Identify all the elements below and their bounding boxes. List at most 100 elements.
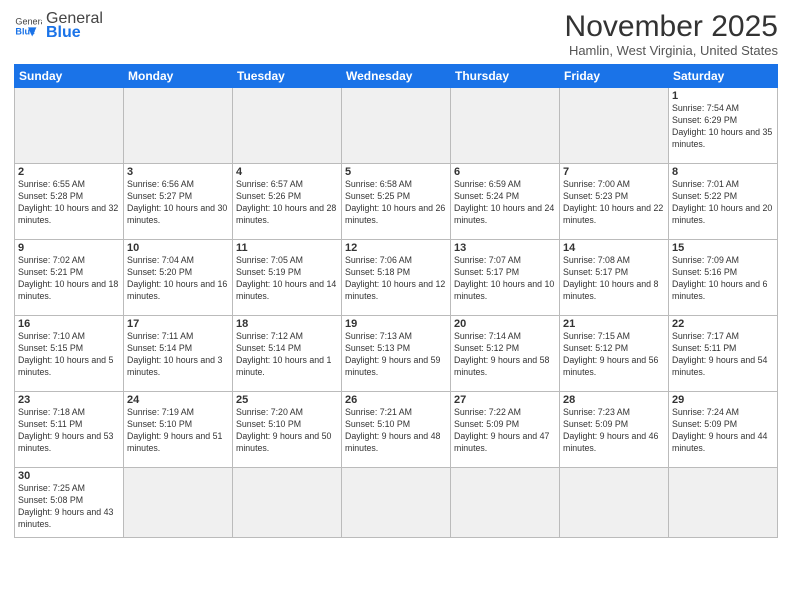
day-cell: 17Sunrise: 7:11 AM Sunset: 5:14 PM Dayli… — [124, 316, 233, 392]
day-cell: 23Sunrise: 7:18 AM Sunset: 5:11 PM Dayli… — [15, 392, 124, 468]
day-cell: 3Sunrise: 6:56 AM Sunset: 5:27 PM Daylig… — [124, 164, 233, 240]
day-info: Sunrise: 7:22 AM Sunset: 5:09 PM Dayligh… — [454, 407, 556, 455]
day-number: 16 — [18, 318, 120, 330]
calendar-header: SundayMondayTuesdayWednesdayThursdayFrid… — [15, 65, 778, 88]
calendar-table: SundayMondayTuesdayWednesdayThursdayFrid… — [14, 64, 778, 538]
day-header-thursday: Thursday — [451, 65, 560, 88]
day-header-wednesday: Wednesday — [342, 65, 451, 88]
day-number: 21 — [563, 318, 665, 330]
day-number: 3 — [127, 166, 229, 178]
day-number: 11 — [236, 242, 338, 254]
day-number: 19 — [345, 318, 447, 330]
day-number: 14 — [563, 242, 665, 254]
day-info: Sunrise: 7:02 AM Sunset: 5:21 PM Dayligh… — [18, 255, 120, 303]
day-number: 20 — [454, 318, 556, 330]
day-cell: 10Sunrise: 7:04 AM Sunset: 5:20 PM Dayli… — [124, 240, 233, 316]
week-row-2: 2Sunrise: 6:55 AM Sunset: 5:28 PM Daylig… — [15, 164, 778, 240]
day-number: 22 — [672, 318, 774, 330]
day-number: 23 — [18, 394, 120, 406]
day-number: 15 — [672, 242, 774, 254]
day-number: 27 — [454, 394, 556, 406]
day-cell: 29Sunrise: 7:24 AM Sunset: 5:09 PM Dayli… — [669, 392, 778, 468]
day-info: Sunrise: 7:06 AM Sunset: 5:18 PM Dayligh… — [345, 255, 447, 303]
day-cell: 12Sunrise: 7:06 AM Sunset: 5:18 PM Dayli… — [342, 240, 451, 316]
day-cell: 22Sunrise: 7:17 AM Sunset: 5:11 PM Dayli… — [669, 316, 778, 392]
calendar-body: 1Sunrise: 7:54 AM Sunset: 6:29 PM Daylig… — [15, 88, 778, 538]
day-cell: 7Sunrise: 7:00 AM Sunset: 5:23 PM Daylig… — [560, 164, 669, 240]
day-header-sunday: Sunday — [15, 65, 124, 88]
day-number: 18 — [236, 318, 338, 330]
generalblue-logo-icon: General Blue — [14, 12, 42, 40]
day-cell: 16Sunrise: 7:10 AM Sunset: 5:15 PM Dayli… — [15, 316, 124, 392]
day-info: Sunrise: 7:10 AM Sunset: 5:15 PM Dayligh… — [18, 331, 120, 379]
day-number: 5 — [345, 166, 447, 178]
svg-text:General: General — [15, 17, 42, 27]
day-number: 29 — [672, 394, 774, 406]
day-cell: 4Sunrise: 6:57 AM Sunset: 5:26 PM Daylig… — [233, 164, 342, 240]
day-number: 12 — [345, 242, 447, 254]
day-info: Sunrise: 7:05 AM Sunset: 5:19 PM Dayligh… — [236, 255, 338, 303]
day-cell: 18Sunrise: 7:12 AM Sunset: 5:14 PM Dayli… — [233, 316, 342, 392]
day-cell: 9Sunrise: 7:02 AM Sunset: 5:21 PM Daylig… — [15, 240, 124, 316]
day-info: Sunrise: 7:04 AM Sunset: 5:20 PM Dayligh… — [127, 255, 229, 303]
day-cell: 30Sunrise: 7:25 AM Sunset: 5:08 PM Dayli… — [15, 468, 124, 538]
day-cell — [560, 468, 669, 538]
day-number: 24 — [127, 394, 229, 406]
day-number: 4 — [236, 166, 338, 178]
day-cell: 5Sunrise: 6:58 AM Sunset: 5:25 PM Daylig… — [342, 164, 451, 240]
title-block: November 2025 Hamlin, West Virginia, Uni… — [565, 10, 778, 58]
day-number: 17 — [127, 318, 229, 330]
day-header-monday: Monday — [124, 65, 233, 88]
day-info: Sunrise: 7:12 AM Sunset: 5:14 PM Dayligh… — [236, 331, 338, 379]
day-cell — [233, 468, 342, 538]
day-cell — [451, 468, 560, 538]
week-row-1: 1Sunrise: 7:54 AM Sunset: 6:29 PM Daylig… — [15, 88, 778, 164]
day-number: 9 — [18, 242, 120, 254]
svg-text:Blue: Blue — [15, 26, 35, 36]
day-cell — [342, 468, 451, 538]
week-row-4: 16Sunrise: 7:10 AM Sunset: 5:15 PM Dayli… — [15, 316, 778, 392]
day-info: Sunrise: 7:20 AM Sunset: 5:10 PM Dayligh… — [236, 407, 338, 455]
day-info: Sunrise: 7:21 AM Sunset: 5:10 PM Dayligh… — [345, 407, 447, 455]
day-info: Sunrise: 6:58 AM Sunset: 5:25 PM Dayligh… — [345, 179, 447, 227]
logo: General Blue General Blue — [14, 10, 103, 42]
day-info: Sunrise: 6:57 AM Sunset: 5:26 PM Dayligh… — [236, 179, 338, 227]
day-header-tuesday: Tuesday — [233, 65, 342, 88]
day-cell: 21Sunrise: 7:15 AM Sunset: 5:12 PM Dayli… — [560, 316, 669, 392]
day-cell: 1Sunrise: 7:54 AM Sunset: 6:29 PM Daylig… — [669, 88, 778, 164]
day-cell — [342, 88, 451, 164]
day-cell — [669, 468, 778, 538]
week-row-3: 9Sunrise: 7:02 AM Sunset: 5:21 PM Daylig… — [15, 240, 778, 316]
day-number: 7 — [563, 166, 665, 178]
day-cell: 27Sunrise: 7:22 AM Sunset: 5:09 PM Dayli… — [451, 392, 560, 468]
month-title: November 2025 — [565, 10, 778, 43]
day-info: Sunrise: 7:25 AM Sunset: 5:08 PM Dayligh… — [18, 483, 120, 531]
day-number: 10 — [127, 242, 229, 254]
day-number: 28 — [563, 394, 665, 406]
day-cell: 25Sunrise: 7:20 AM Sunset: 5:10 PM Dayli… — [233, 392, 342, 468]
day-info: Sunrise: 7:00 AM Sunset: 5:23 PM Dayligh… — [563, 179, 665, 227]
day-info: Sunrise: 7:18 AM Sunset: 5:11 PM Dayligh… — [18, 407, 120, 455]
day-number: 1 — [672, 90, 774, 102]
day-info: Sunrise: 7:17 AM Sunset: 5:11 PM Dayligh… — [672, 331, 774, 379]
day-number: 6 — [454, 166, 556, 178]
day-header-saturday: Saturday — [669, 65, 778, 88]
day-cell — [15, 88, 124, 164]
day-number: 25 — [236, 394, 338, 406]
day-info: Sunrise: 6:55 AM Sunset: 5:28 PM Dayligh… — [18, 179, 120, 227]
day-cell — [560, 88, 669, 164]
day-cell: 11Sunrise: 7:05 AM Sunset: 5:19 PM Dayli… — [233, 240, 342, 316]
day-info: Sunrise: 7:15 AM Sunset: 5:12 PM Dayligh… — [563, 331, 665, 379]
day-cell: 6Sunrise: 6:59 AM Sunset: 5:24 PM Daylig… — [451, 164, 560, 240]
day-cell: 2Sunrise: 6:55 AM Sunset: 5:28 PM Daylig… — [15, 164, 124, 240]
day-cell — [124, 88, 233, 164]
day-cell: 24Sunrise: 7:19 AM Sunset: 5:10 PM Dayli… — [124, 392, 233, 468]
day-cell: 14Sunrise: 7:08 AM Sunset: 5:17 PM Dayli… — [560, 240, 669, 316]
day-info: Sunrise: 7:08 AM Sunset: 5:17 PM Dayligh… — [563, 255, 665, 303]
day-info: Sunrise: 7:11 AM Sunset: 5:14 PM Dayligh… — [127, 331, 229, 379]
day-cell: 28Sunrise: 7:23 AM Sunset: 5:09 PM Dayli… — [560, 392, 669, 468]
day-info: Sunrise: 7:54 AM Sunset: 6:29 PM Dayligh… — [672, 103, 774, 151]
day-cell: 19Sunrise: 7:13 AM Sunset: 5:13 PM Dayli… — [342, 316, 451, 392]
day-cell — [451, 88, 560, 164]
day-cell: 26Sunrise: 7:21 AM Sunset: 5:10 PM Dayli… — [342, 392, 451, 468]
